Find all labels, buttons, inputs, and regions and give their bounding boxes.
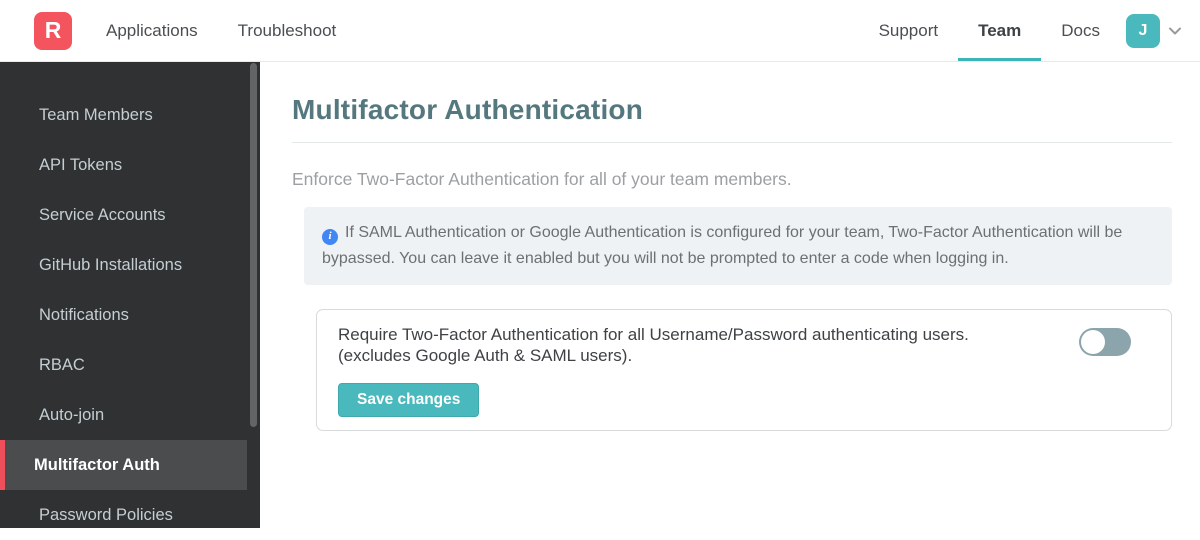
sidebar-item-auto-join[interactable]: Auto-join bbox=[0, 390, 247, 440]
chevron-down-icon[interactable] bbox=[1166, 22, 1184, 40]
setting-text: Require Two-Factor Authentication for al… bbox=[338, 324, 1079, 418]
nav-troubleshoot[interactable]: Troubleshoot bbox=[218, 0, 357, 61]
main-content: Multifactor Authentication Enforce Two-F… bbox=[260, 62, 1200, 528]
sidebar-item-rbac[interactable]: RBAC bbox=[0, 340, 247, 390]
rollbar-logo[interactable]: R bbox=[34, 11, 72, 50]
sidebar-item-multifactor-auth[interactable]: Multifactor Auth bbox=[0, 440, 247, 490]
title-divider bbox=[292, 142, 1172, 143]
primary-nav: Applications Troubleshoot bbox=[86, 0, 356, 61]
page-description: Enforce Two-Factor Authentication for al… bbox=[292, 169, 792, 189]
secondary-nav: Support Team Docs J bbox=[859, 0, 1190, 61]
sidebar-item-password-policies[interactable]: Password Policies bbox=[0, 490, 247, 540]
sidebar-scrollbar-thumb[interactable] bbox=[250, 63, 257, 427]
toggle-knob bbox=[1081, 329, 1105, 354]
nav-applications[interactable]: Applications bbox=[86, 0, 218, 61]
save-changes-button[interactable]: Save changes bbox=[338, 383, 480, 418]
user-menu[interactable]: J bbox=[1120, 0, 1190, 61]
two-factor-setting-card: Require Two-Factor Authentication for al… bbox=[316, 308, 1172, 432]
setting-label-line1: Require Two-Factor Authentication for al… bbox=[338, 324, 969, 344]
info-note: i If SAML Authentication or Google Authen… bbox=[304, 207, 1172, 285]
info-note-text: If SAML Authentication or Google Authent… bbox=[322, 224, 1123, 267]
nav-support[interactable]: Support bbox=[859, 0, 959, 61]
sidebar-item-notifications[interactable]: Notifications bbox=[0, 290, 247, 340]
two-factor-toggle[interactable] bbox=[1079, 327, 1131, 356]
sidebar-item-api-tokens[interactable]: API Tokens bbox=[0, 140, 247, 190]
settings-sidebar: Team Members API Tokens Service Accounts… bbox=[0, 62, 260, 528]
info-circle-icon: i bbox=[322, 228, 338, 245]
sidebar-item-service-accounts[interactable]: Service Accounts bbox=[0, 190, 247, 240]
sidebar-item-team-members[interactable]: Team Members bbox=[0, 90, 247, 140]
page-title: Multifactor Authentication bbox=[292, 94, 644, 125]
avatar[interactable]: J bbox=[1126, 13, 1160, 48]
top-navbar: R Applications Troubleshoot Support Team… bbox=[0, 0, 1200, 62]
sidebar-item-github-installations[interactable]: GitHub Installations bbox=[0, 240, 247, 290]
setting-label-line2: (excludes Google Auth & SAML users). bbox=[338, 345, 633, 365]
nav-docs[interactable]: Docs bbox=[1041, 0, 1120, 61]
nav-team[interactable]: Team bbox=[958, 0, 1042, 61]
